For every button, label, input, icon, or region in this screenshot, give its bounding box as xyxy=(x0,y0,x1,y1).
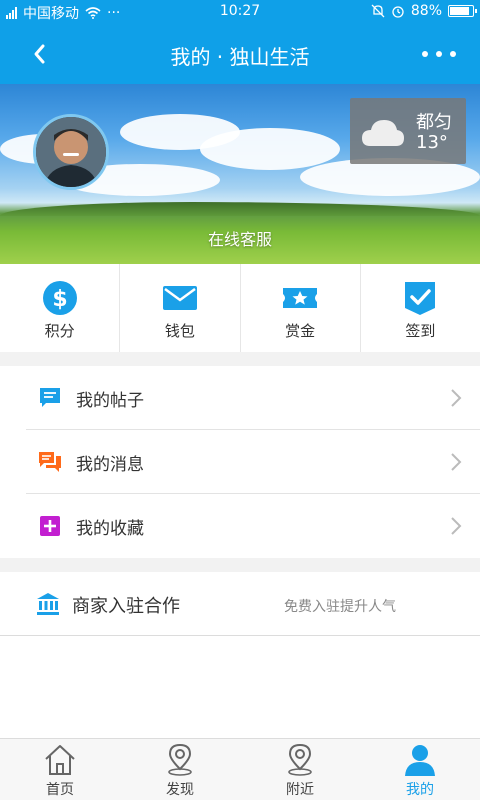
banner-treeline xyxy=(0,202,480,216)
status-bar: 中国移动 ··· 10:27 88% xyxy=(0,0,480,24)
chevron-right-icon xyxy=(451,517,462,535)
action-label: 钱包 xyxy=(164,322,195,340)
weather-city: 都匀 xyxy=(416,112,452,133)
tab-discover[interactable]: 发现 xyxy=(120,739,240,800)
battery-percent: 88% xyxy=(410,3,442,19)
status-right: 88% xyxy=(371,3,477,19)
weather-temp: 13° xyxy=(416,132,448,153)
quick-actions: $ 积分 钱包 赏金 签到 xyxy=(0,264,480,352)
ticket-star-icon xyxy=(283,288,318,308)
profile-menu: 我的帖子 我的消息 我的收藏 xyxy=(0,366,480,558)
chat-icon xyxy=(39,452,61,472)
svg-text:$: $ xyxy=(52,287,67,312)
menu-item-label: 我的收藏 xyxy=(76,519,144,539)
avatar[interactable] xyxy=(33,114,109,190)
merchant-hint: 免费入驻提升人气 xyxy=(284,599,396,615)
menu-item-label: 我的消息 xyxy=(76,455,144,475)
alarm-icon xyxy=(392,6,404,18)
menu-item-label: 我的帖子 xyxy=(76,391,144,411)
action-label: 积分 xyxy=(44,322,75,340)
action-points[interactable]: $ 积分 xyxy=(0,264,121,352)
action-wallet[interactable]: 钱包 xyxy=(120,264,241,352)
check-shield-icon xyxy=(405,282,436,315)
tab-label: 附近 xyxy=(286,782,314,798)
location-pin-icon xyxy=(288,743,312,776)
merchant-join-row[interactable]: 商家入驻合作 免费入驻提升人气 xyxy=(0,572,480,636)
location-pin-icon xyxy=(168,743,192,776)
bank-icon xyxy=(37,593,59,615)
chevron-right-icon xyxy=(451,453,462,471)
chevron-right-icon xyxy=(451,389,462,407)
action-label: 赏金 xyxy=(285,322,316,340)
battery-fill xyxy=(450,7,470,15)
cloud-icon xyxy=(362,120,404,146)
menu-item-my-favorites[interactable]: 我的收藏 xyxy=(0,494,480,558)
mute-bell-icon xyxy=(371,4,385,18)
more-dots-icon[interactable] xyxy=(422,44,456,64)
nav-bar: 我的 · 独山生活 xyxy=(0,24,480,84)
battery-icon xyxy=(448,5,477,17)
post-icon xyxy=(40,388,60,407)
tab-bar: 首页 发现 附近 我的 xyxy=(0,738,480,800)
profile-banner: 都匀 13° 在线客服 xyxy=(0,84,480,264)
merchant-label: 商家入驻合作 xyxy=(72,596,180,617)
tab-label: 我的 xyxy=(406,782,434,798)
page-title: 我的 · 独山生活 xyxy=(170,45,310,69)
weather-widget[interactable]: 都匀 13° xyxy=(350,98,466,164)
online-service-link[interactable]: 在线客服 xyxy=(0,226,480,250)
favorite-plus-icon xyxy=(40,516,60,536)
avatar-photo xyxy=(36,117,106,187)
action-bounty[interactable]: 赏金 xyxy=(241,264,361,352)
menu-item-my-messages[interactable]: 我的消息 xyxy=(0,430,480,494)
home-icon xyxy=(45,745,75,775)
envelope-icon xyxy=(162,286,197,310)
dollar-circle-icon: $ xyxy=(42,281,77,315)
tab-label: 发现 xyxy=(166,782,194,798)
banner-cloud xyxy=(200,128,340,170)
tab-label: 首页 xyxy=(46,782,74,798)
empty-area xyxy=(0,636,480,738)
person-icon xyxy=(405,745,435,776)
tab-nearby[interactable]: 附近 xyxy=(240,739,360,800)
tab-mine[interactable]: 我的 xyxy=(360,739,480,800)
tab-home[interactable]: 首页 xyxy=(0,739,120,800)
menu-item-my-posts[interactable]: 我的帖子 xyxy=(0,366,480,430)
action-checkin[interactable]: 签到 xyxy=(361,264,480,352)
action-label: 签到 xyxy=(405,322,436,340)
